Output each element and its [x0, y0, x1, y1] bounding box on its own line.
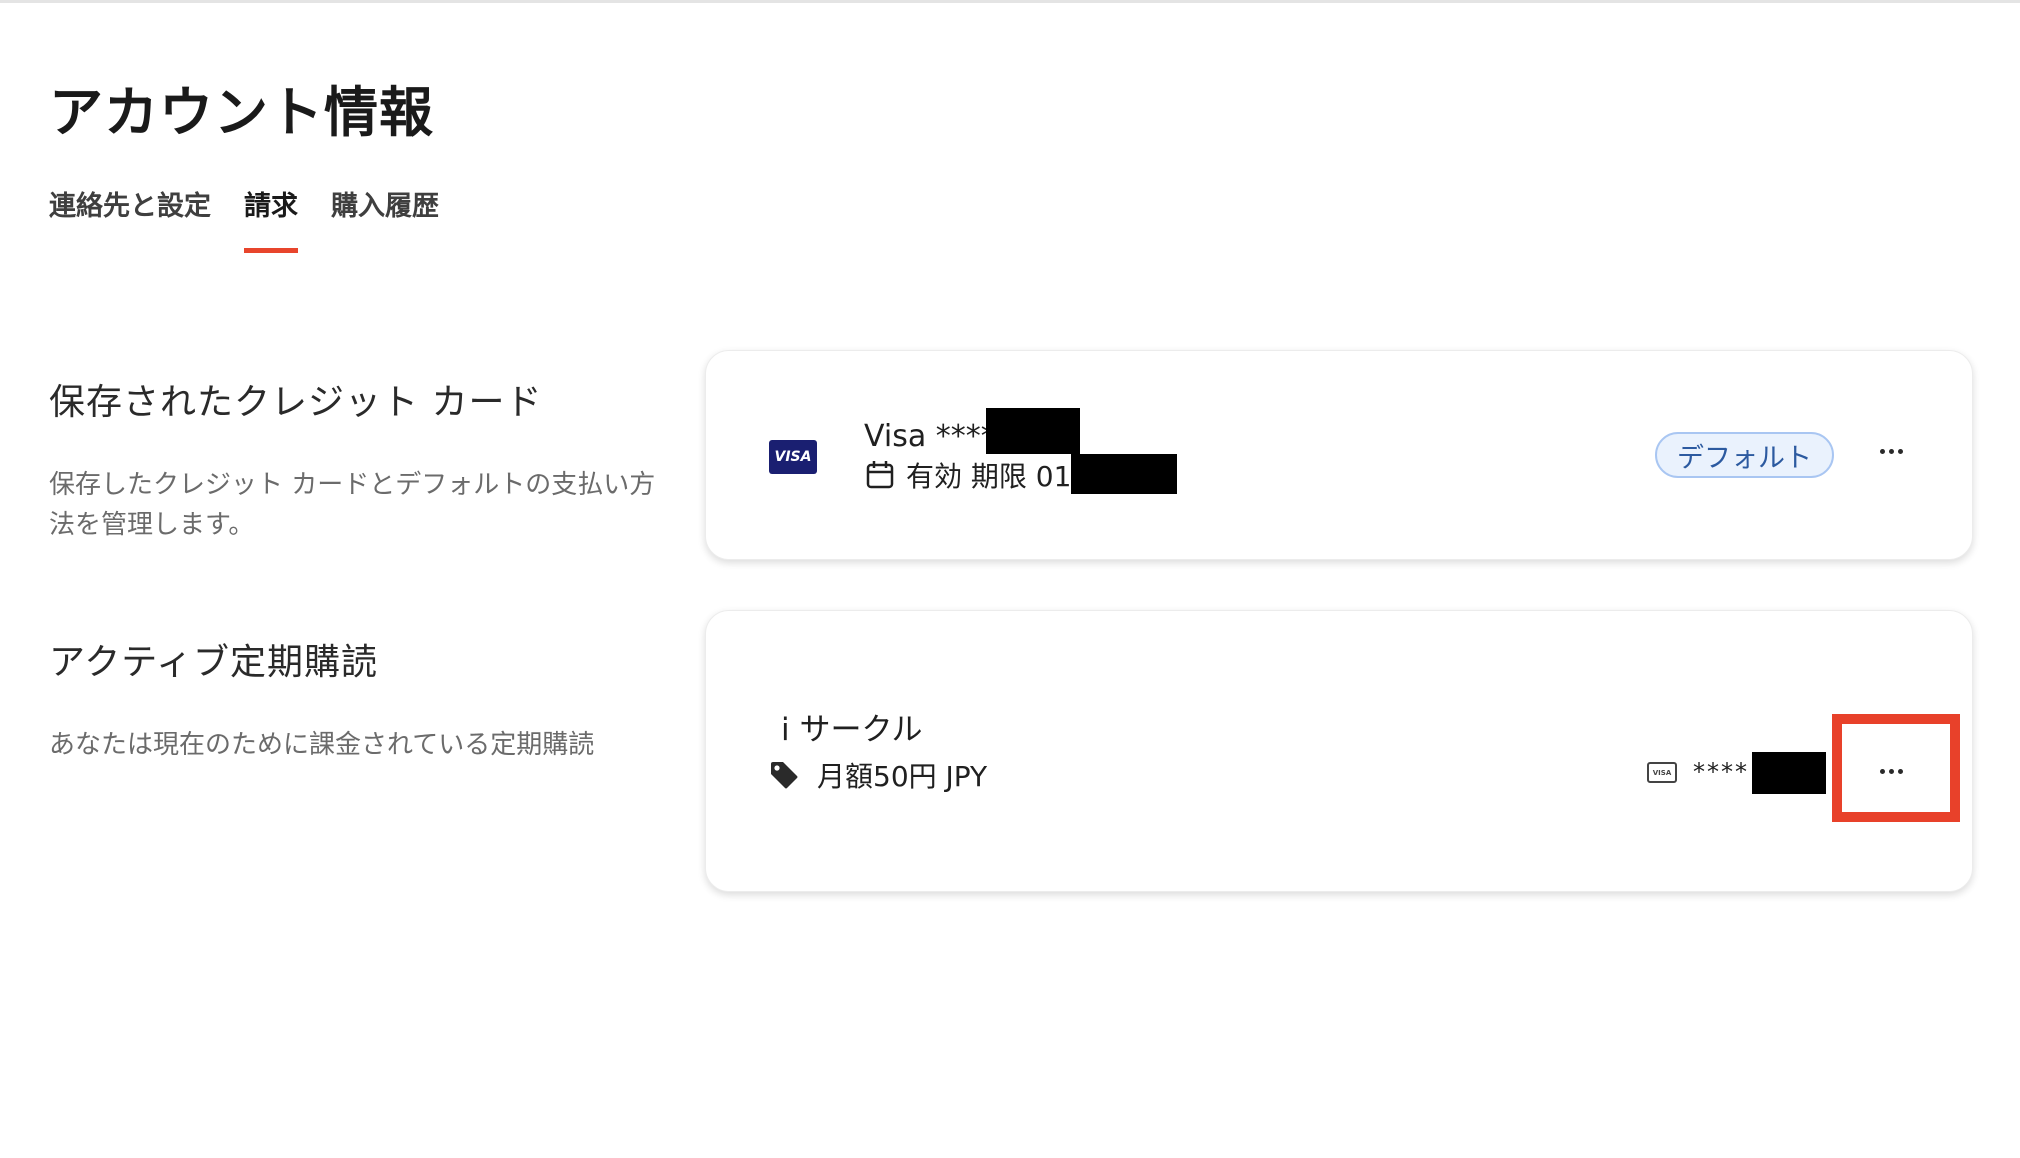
more-dot: [1879, 448, 1885, 454]
price-tag-icon: [771, 762, 798, 789]
saved-card-panel: VISA Visa **** 有効 期限 01/ デフォルト: [705, 350, 1973, 560]
saved-cards-title: 保存されたクレジット カード: [49, 382, 543, 423]
tab-billing[interactable]: 請求: [244, 184, 298, 253]
tab-contact-settings[interactable]: 連絡先と設定: [49, 184, 211, 253]
subscriptions-description: あなたは現在のために課金されている定期購読: [49, 730, 595, 760]
redacted-expiry: [1071, 454, 1177, 494]
page-title: アカウント情報: [49, 81, 434, 144]
subscription-panel: i サークル 月額50円 JPY VISA ****: [705, 610, 1973, 892]
tab-purchase-history[interactable]: 購入履歴: [331, 184, 439, 253]
more-dot: [1888, 448, 1894, 454]
subscriptions-title: アクティブ定期購読: [49, 642, 379, 683]
payment-card-mask: ****: [1693, 758, 1749, 786]
account-tabs: 連絡先と設定 請求 購入履歴: [49, 184, 472, 253]
card-expiry-label: 有効 期限 01/: [906, 460, 1081, 493]
redacted-payment-card: [1752, 752, 1826, 794]
visa-logo: VISA: [769, 440, 817, 474]
more-dot: [1897, 448, 1903, 454]
card-more-button[interactable]: [1869, 429, 1913, 473]
visa-card-icon: VISA: [1647, 762, 1677, 783]
subscription-price: 月額50円 JPY: [769, 755, 987, 795]
redacted-card-number: [986, 408, 1080, 454]
default-badge: デフォルト: [1655, 432, 1834, 478]
highlight-box: [1832, 714, 1960, 822]
card-expiry: 有効 期限 01/: [866, 455, 1081, 495]
subscription-name: i サークル: [781, 712, 923, 748]
subscription-price-label: 月額50円 JPY: [817, 760, 988, 793]
saved-cards-description: 保存したクレジット カードとデフォルトの支払い方法を管理します。: [49, 470, 656, 540]
calendar-icon: [866, 461, 894, 489]
card-brand-label: Visa ****: [864, 419, 996, 454]
top-divider: [0, 0, 2020, 3]
